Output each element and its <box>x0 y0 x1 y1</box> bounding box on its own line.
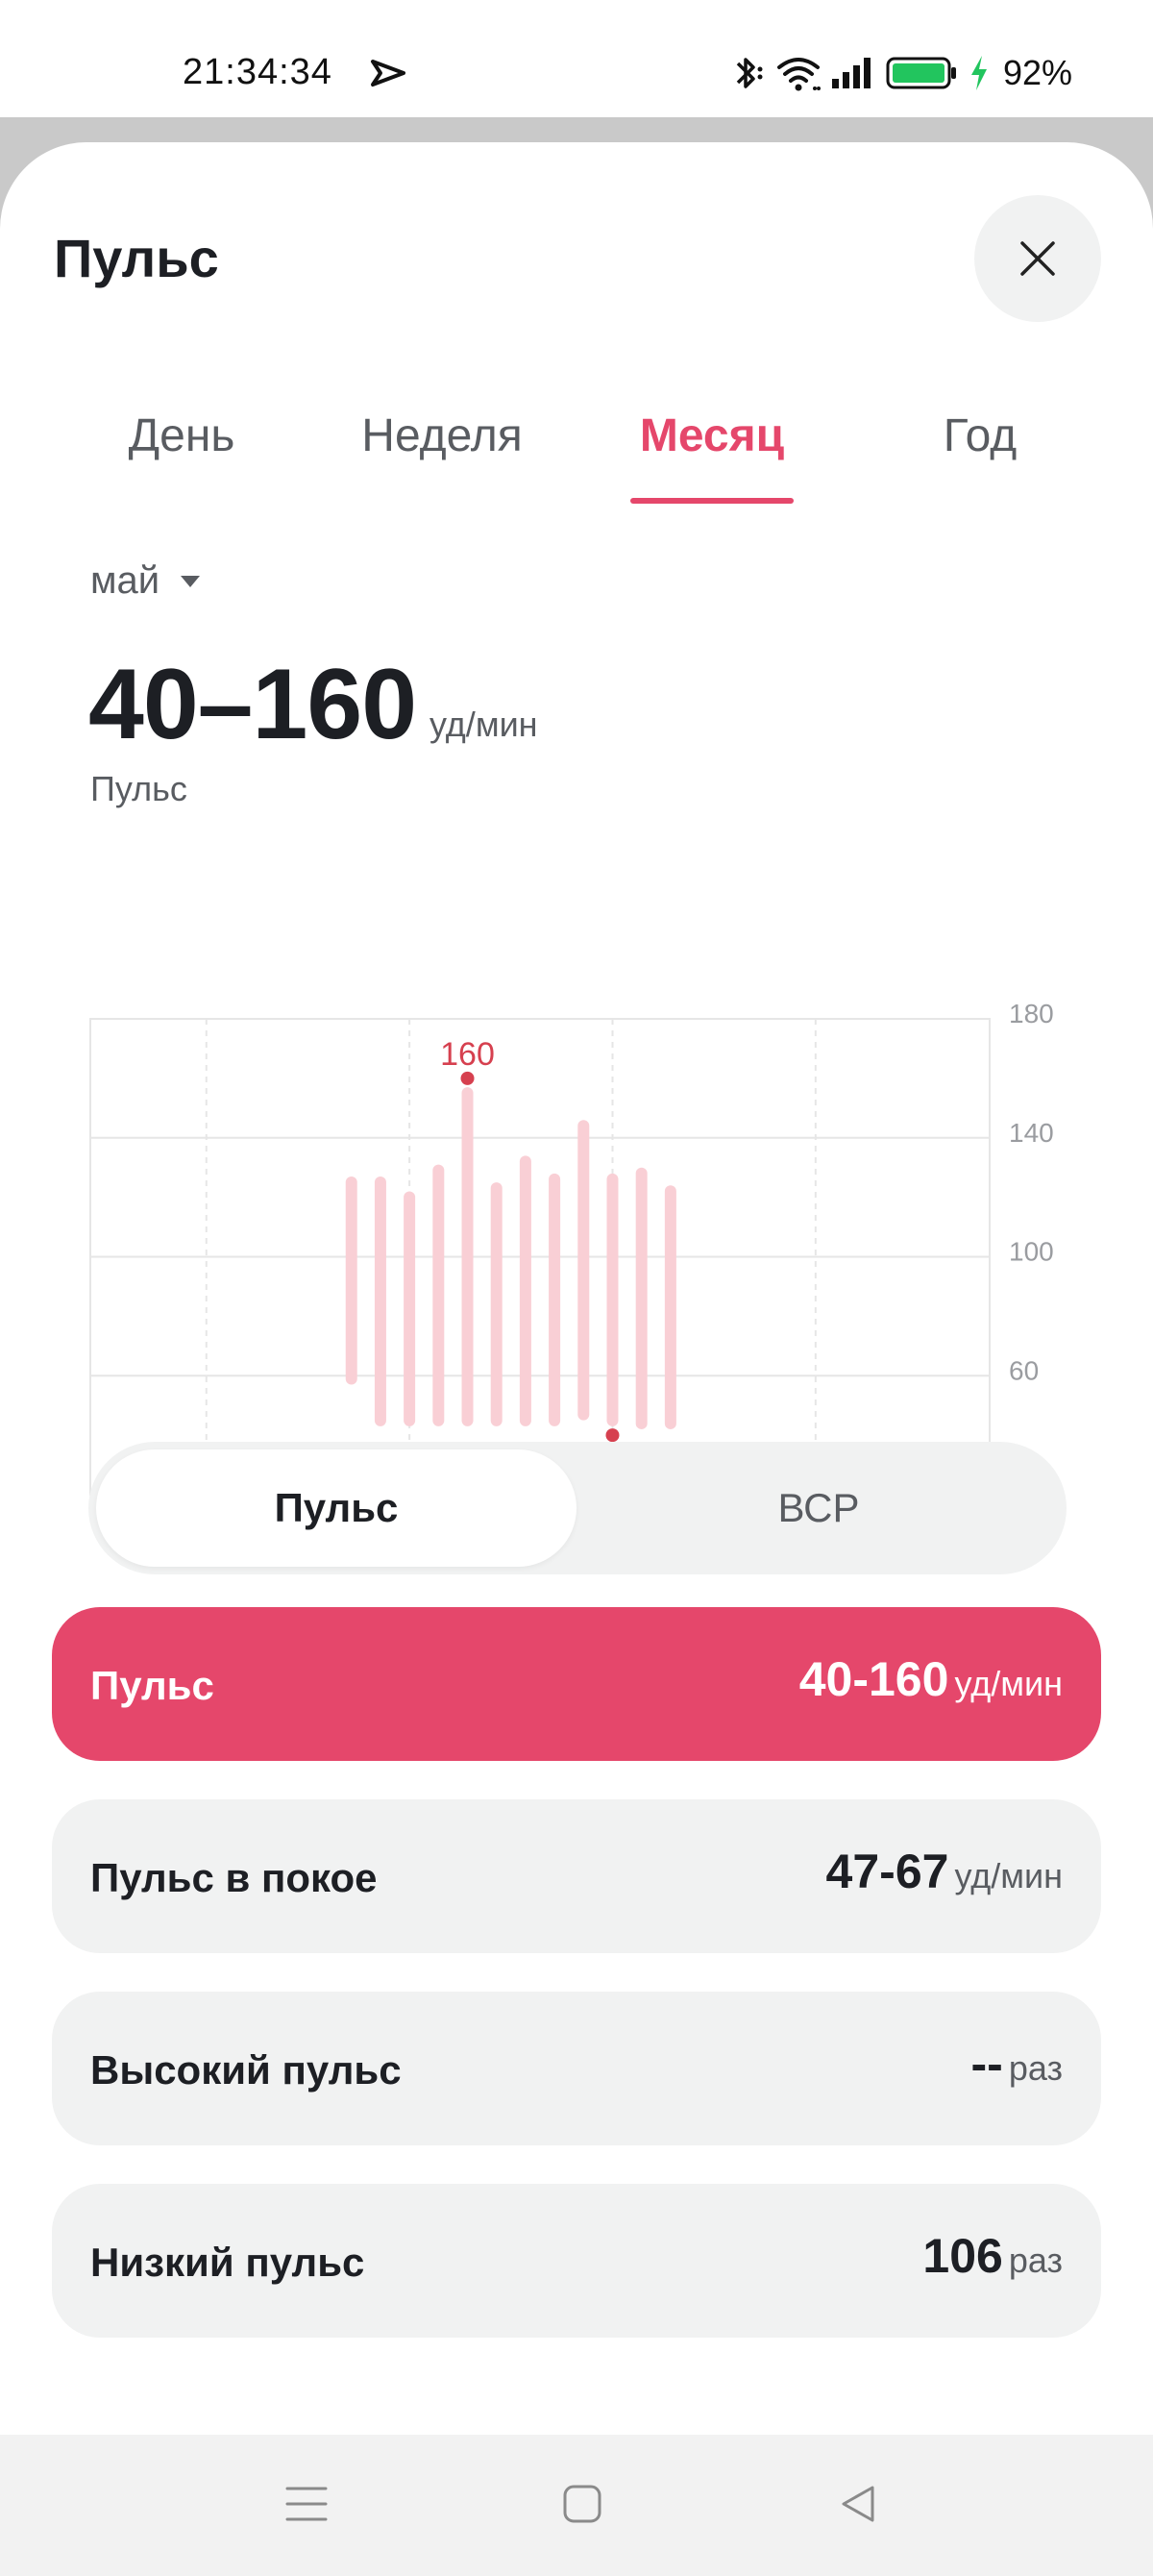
system-nav-bar <box>0 2435 1153 2576</box>
stat-unit: раз <box>1008 2241 1063 2280</box>
heart-rate-sheet: Пульс День Неделя Месяц Год май 40–160 у… <box>0 142 1153 2435</box>
tab-week[interactable]: Неделя <box>346 409 538 462</box>
range-bar <box>519 1155 531 1426</box>
caret-down-icon <box>181 575 201 587</box>
summary-caption: Пульс <box>90 769 187 808</box>
battery-icon <box>886 57 956 89</box>
range-bar <box>432 1164 445 1426</box>
range-bar <box>490 1182 503 1426</box>
home-icon[interactable] <box>561 2483 603 2525</box>
stat-value: 106 <box>922 2229 1003 2283</box>
close-icon <box>1020 241 1055 276</box>
month-selector[interactable]: май <box>90 559 201 603</box>
stat-card-low-pulse[interactable]: Низкий пульс 106 раз <box>52 2184 1101 2338</box>
y-tick-label: 180 <box>1009 999 1054 1028</box>
data-label: 160 <box>440 1036 495 1073</box>
stat-value: 40-160 <box>798 1652 949 1706</box>
stat-value: 47-67 <box>825 1845 949 1898</box>
tab-month[interactable]: Месяц <box>615 409 809 462</box>
extreme-marker <box>605 1428 620 1443</box>
extreme-marker <box>460 1071 475 1085</box>
summary-value: 40–160 <box>88 649 417 760</box>
range-bar <box>664 1185 676 1429</box>
stat-card-pulse[interactable]: Пульс 40-160 уд/мин <box>52 1607 1101 1761</box>
stat-unit: раз <box>1008 2048 1063 2088</box>
y-tick-label: 100 <box>1009 1237 1054 1267</box>
range-bar <box>404 1191 416 1426</box>
back-icon[interactable] <box>838 2483 878 2525</box>
range-bar <box>549 1173 561 1426</box>
stat-label: Пульс в покое <box>90 1855 378 1900</box>
page-title: Пульс <box>54 228 219 288</box>
metric-toggle: Пульс ВСР <box>88 1442 1067 1574</box>
bluetooth-icon <box>736 58 763 88</box>
signal-icon <box>831 58 871 88</box>
month-label: май <box>90 559 160 602</box>
stat-unit: уд/мин <box>954 1856 1063 1895</box>
stat-unit: уд/мин <box>954 1664 1063 1703</box>
active-tab-indicator <box>630 498 794 504</box>
toggle-pulse[interactable]: Пульс <box>96 1449 576 1567</box>
range-bar <box>374 1176 386 1426</box>
range-bar <box>345 1176 357 1385</box>
status-time: 21:34:34 <box>183 52 332 92</box>
stat-label: Пульс <box>90 1663 214 1708</box>
y-tick-label: 140 <box>1009 1118 1054 1148</box>
summary-unit: уд/мин <box>429 705 538 744</box>
range-bar <box>635 1167 648 1429</box>
tab-year[interactable]: Год <box>922 409 1038 462</box>
range-bar <box>461 1087 474 1426</box>
wifi-icon <box>776 58 821 91</box>
tab-day[interactable]: День <box>110 409 254 462</box>
stat-card-high-pulse[interactable]: Высокий пульс -- раз <box>52 1992 1101 2145</box>
battery-percent: 92% <box>1002 53 1072 92</box>
stat-label: Низкий пульс <box>90 2240 365 2285</box>
status-bar: 21:34:34 92% <box>0 0 1153 117</box>
charging-icon <box>970 56 987 90</box>
range-bar <box>606 1173 619 1426</box>
stat-label: Высокий пульс <box>90 2047 402 2093</box>
stat-card-resting-pulse[interactable]: Пульс в покое 47-67 уд/мин <box>52 1799 1101 1953</box>
toggle-hrv[interactable]: ВСР <box>578 1449 1059 1567</box>
close-button[interactable] <box>974 195 1101 322</box>
status-icons: 92% <box>730 52 1072 94</box>
y-tick-label: 60 <box>1009 1355 1039 1385</box>
navigation-icon <box>371 60 405 87</box>
menu-icon[interactable] <box>284 2483 329 2525</box>
range-bar <box>577 1120 590 1421</box>
stat-value: -- <box>970 2037 1003 2091</box>
